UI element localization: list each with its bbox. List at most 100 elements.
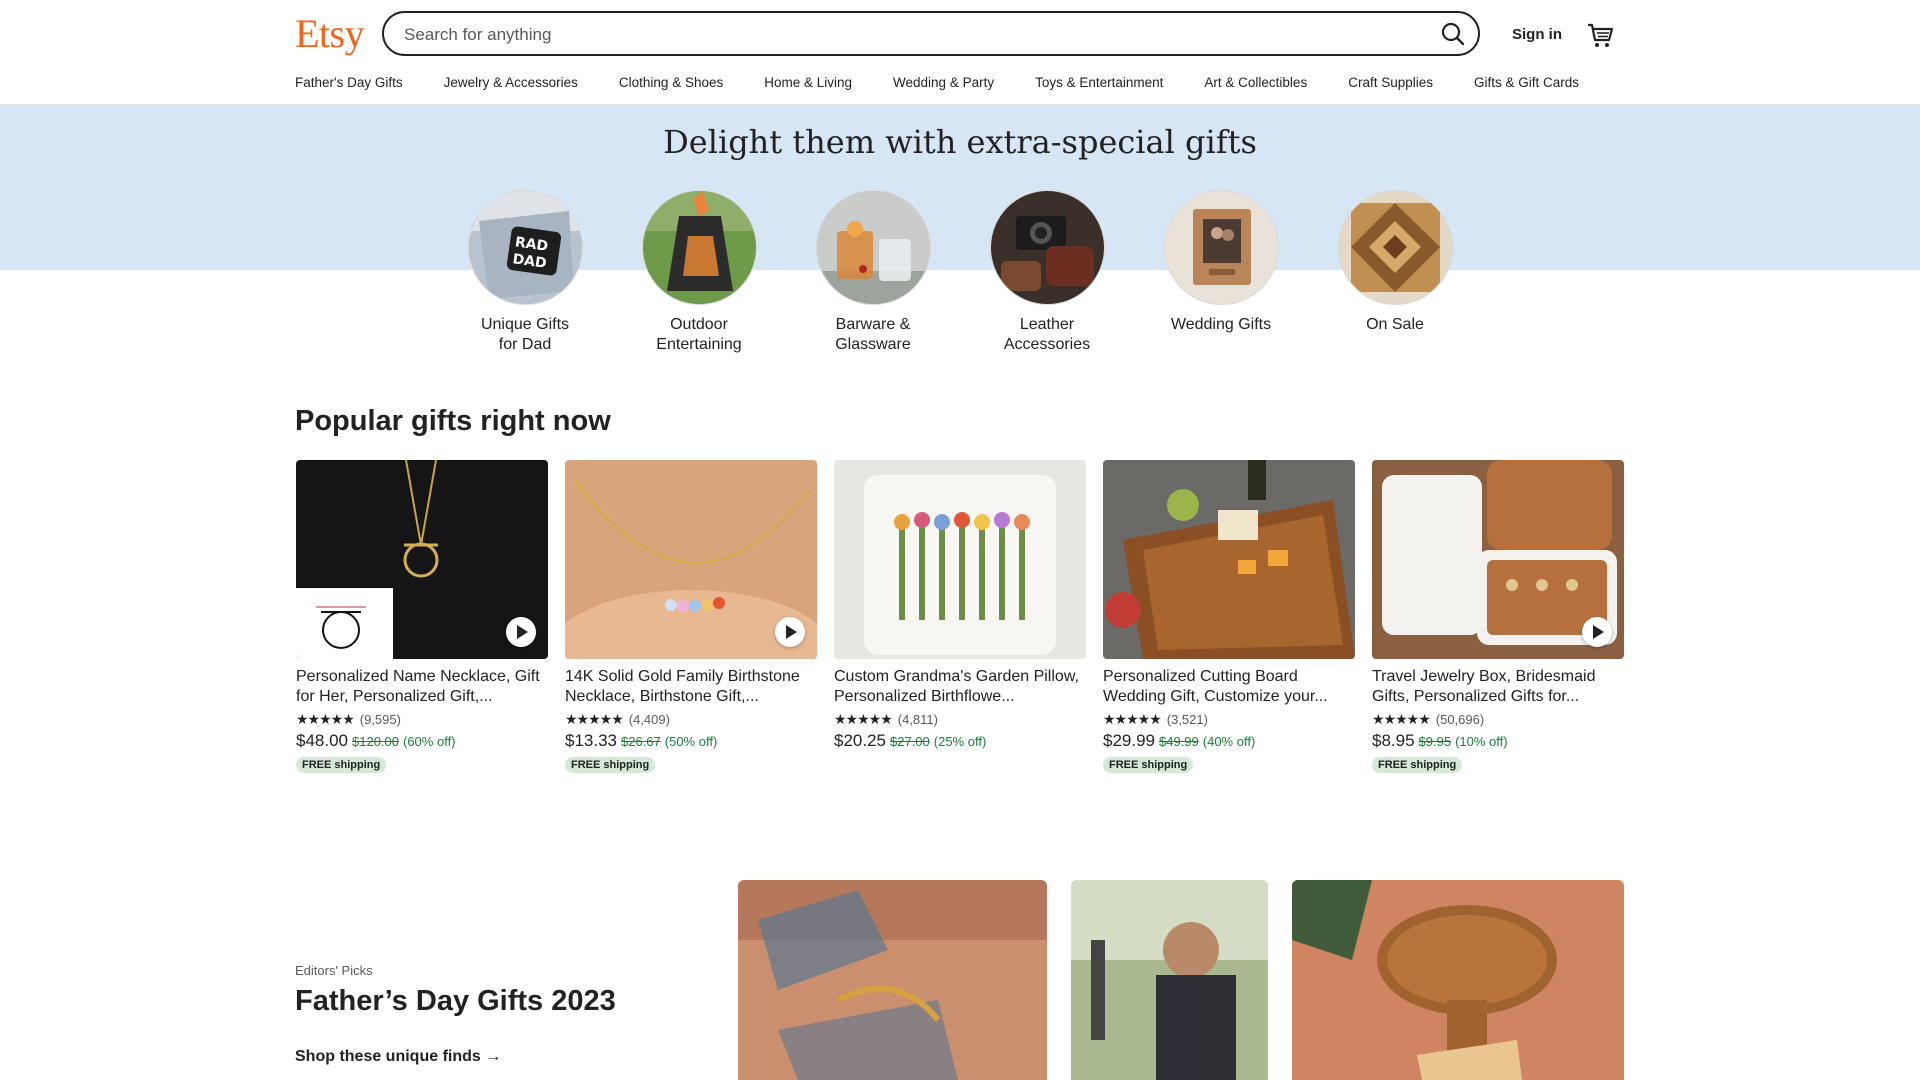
arrow-right-icon: → xyxy=(485,1048,502,1065)
price-row: $20.25 $27.00 (25% off) xyxy=(834,731,1086,751)
sale-price: $13.33 xyxy=(565,731,617,750)
star-rating-icon: ★★★★★ xyxy=(565,711,624,727)
product-rating: ★★★★★ (3,521) xyxy=(1103,711,1355,728)
product-image[interactable] xyxy=(834,460,1086,659)
star-rating-icon: ★★★★★ xyxy=(834,711,893,727)
editors-pick-image[interactable] xyxy=(738,880,1047,1080)
review-count: (50,696) xyxy=(1435,712,1485,727)
sale-price: $48.00 xyxy=(296,731,348,750)
search-icon[interactable] xyxy=(1438,19,1468,49)
category-image xyxy=(1163,190,1279,305)
original-price: $26.67 xyxy=(621,734,661,749)
category-wedding-gifts[interactable]: Wedding Gifts xyxy=(1133,190,1309,335)
search-input[interactable] xyxy=(402,22,1386,48)
product-title[interactable]: Personalized Cutting Board Wedding Gift,… xyxy=(1103,667,1355,707)
nav-item-toys[interactable]: Toys & Entertainment xyxy=(1035,75,1163,95)
product-card[interactable]: 14K Solid Gold Family Birthstone Necklac… xyxy=(565,460,817,773)
nav-item-art[interactable]: Art & Collectibles xyxy=(1204,75,1307,95)
original-price: $27.00 xyxy=(890,734,930,749)
category-image xyxy=(815,190,931,305)
free-shipping-badge: FREE shipping xyxy=(565,757,656,773)
nav-item-jewelry[interactable]: Jewelry & Accessories xyxy=(444,75,578,95)
sign-in-link[interactable]: Sign in xyxy=(1512,26,1562,43)
play-video-button[interactable] xyxy=(506,617,536,647)
banner-title: Delight them with extra-special gifts xyxy=(663,123,1257,161)
category-unique-gifts-dad[interactable]: RAD DAD Unique Gifts for Dad xyxy=(437,190,613,355)
product-image[interactable] xyxy=(565,460,817,659)
nav-item-clothing[interactable]: Clothing & Shoes xyxy=(619,75,723,95)
product-rating: ★★★★★ (50,696) xyxy=(1372,711,1624,728)
product-title[interactable]: Personalized Name Necklace, Gift for Her… xyxy=(296,667,548,707)
category-label: Wedding Gifts xyxy=(1170,316,1272,333)
category-nav: Father's Day Gifts Jewelry & Accessories… xyxy=(295,75,1579,95)
play-video-button[interactable] xyxy=(1582,617,1612,647)
price-row: $13.33 $26.67 (50% off) xyxy=(565,731,817,751)
star-rating-icon: ★★★★★ xyxy=(1103,711,1162,727)
category-label: Glassware xyxy=(835,336,911,353)
category-label: Entertaining xyxy=(656,336,742,353)
category-leather-accessories[interactable]: Leather Accessories xyxy=(959,190,1135,355)
nav-item-wedding[interactable]: Wedding & Party xyxy=(893,75,994,95)
product-card[interactable]: Personalized Name Necklace, Gift for Her… xyxy=(296,460,548,773)
sale-price: $20.25 xyxy=(834,731,886,750)
product-title[interactable]: Travel Jewelry Box, Bridesmaid Gifts, Pe… xyxy=(1372,667,1624,707)
product-card[interactable]: Travel Jewelry Box, Bridesmaid Gifts, Pe… xyxy=(1372,460,1624,773)
price-row: $8.95 $9.95 (10% off) xyxy=(1372,731,1624,751)
category-image xyxy=(641,190,757,305)
editors-picks-label: Editors' Picks xyxy=(295,963,373,978)
nav-item-home[interactable]: Home & Living xyxy=(764,75,852,95)
discount: (40% off) xyxy=(1202,734,1256,749)
discount: (10% off) xyxy=(1455,734,1508,749)
play-video-button[interactable] xyxy=(775,617,805,647)
product-image[interactable] xyxy=(296,460,548,659)
category-label: Outdoor xyxy=(670,316,728,333)
product-rating: ★★★★★ (4,811) xyxy=(834,711,1086,728)
editors-pick-image[interactable] xyxy=(1071,880,1268,1080)
review-count: (4,409) xyxy=(628,712,670,727)
link-label: Shop these unique finds xyxy=(295,1048,481,1065)
product-title[interactable]: Custom Grandma's Garden Pillow, Personal… xyxy=(834,667,1086,707)
etsy-logo[interactable]: Etsy xyxy=(295,10,365,57)
category-label: Leather xyxy=(1019,316,1075,333)
category-image xyxy=(989,190,1105,305)
product-image[interactable] xyxy=(1372,460,1624,659)
category-label: On Sale xyxy=(1366,316,1424,333)
category-label: for Dad xyxy=(498,336,552,353)
section-title: Popular gifts right now xyxy=(295,405,611,437)
product-card[interactable]: Personalized Cutting Board Wedding Gift,… xyxy=(1103,460,1355,773)
star-rating-icon: ★★★★★ xyxy=(1372,711,1431,727)
free-shipping-badge: FREE shipping xyxy=(296,757,387,773)
price-row: $29.99 $49.99 (40% off) xyxy=(1103,731,1355,751)
discount: (25% off) xyxy=(933,734,987,749)
sale-price: $8.95 xyxy=(1372,731,1415,750)
product-rating: ★★★★★ (4,409) xyxy=(565,711,817,728)
product-title[interactable]: 14K Solid Gold Family Birthstone Necklac… xyxy=(565,667,817,707)
nav-item-gifts[interactable]: Gifts & Gift Cards xyxy=(1474,75,1579,95)
nav-item-fathers-day[interactable]: Father's Day Gifts xyxy=(295,75,403,95)
shop-unique-finds-link[interactable]: Shop these unique finds → xyxy=(295,1048,501,1066)
star-rating-icon: ★★★★★ xyxy=(296,711,355,727)
price-row: $48.00 $120.00 (60% off) xyxy=(296,731,548,751)
cart-icon[interactable] xyxy=(1585,20,1615,50)
search-bar[interactable] xyxy=(382,11,1480,56)
category-outdoor-entertaining[interactable]: Outdoor Entertaining xyxy=(611,190,787,355)
discount: (50% off) xyxy=(664,734,718,749)
editors-pick-image[interactable] xyxy=(1292,880,1624,1080)
category-label: Unique Gifts xyxy=(480,316,570,333)
product-image[interactable] xyxy=(1103,460,1355,659)
original-price: $49.99 xyxy=(1159,734,1199,749)
category-barware-glassware[interactable]: Barware & Glassware xyxy=(785,190,961,355)
original-price: $9.95 xyxy=(1418,734,1452,749)
category-image: RAD DAD xyxy=(467,190,583,305)
free-shipping-badge: FREE shipping xyxy=(1372,757,1463,773)
nav-item-craft[interactable]: Craft Supplies xyxy=(1348,75,1433,95)
category-on-sale[interactable]: On Sale xyxy=(1307,190,1483,335)
discount: (60% off) xyxy=(403,734,456,749)
product-card[interactable]: Custom Grandma's Garden Pillow, Personal… xyxy=(834,460,1086,751)
category-label: Accessories xyxy=(1003,336,1091,353)
category-label: Barware & xyxy=(835,316,911,333)
sale-price: $29.99 xyxy=(1103,731,1155,750)
review-count: (9,595) xyxy=(359,712,401,727)
editors-picks-title: Father’s Day Gifts 2023 xyxy=(295,985,616,1017)
free-shipping-badge: FREE shipping xyxy=(1103,757,1194,773)
